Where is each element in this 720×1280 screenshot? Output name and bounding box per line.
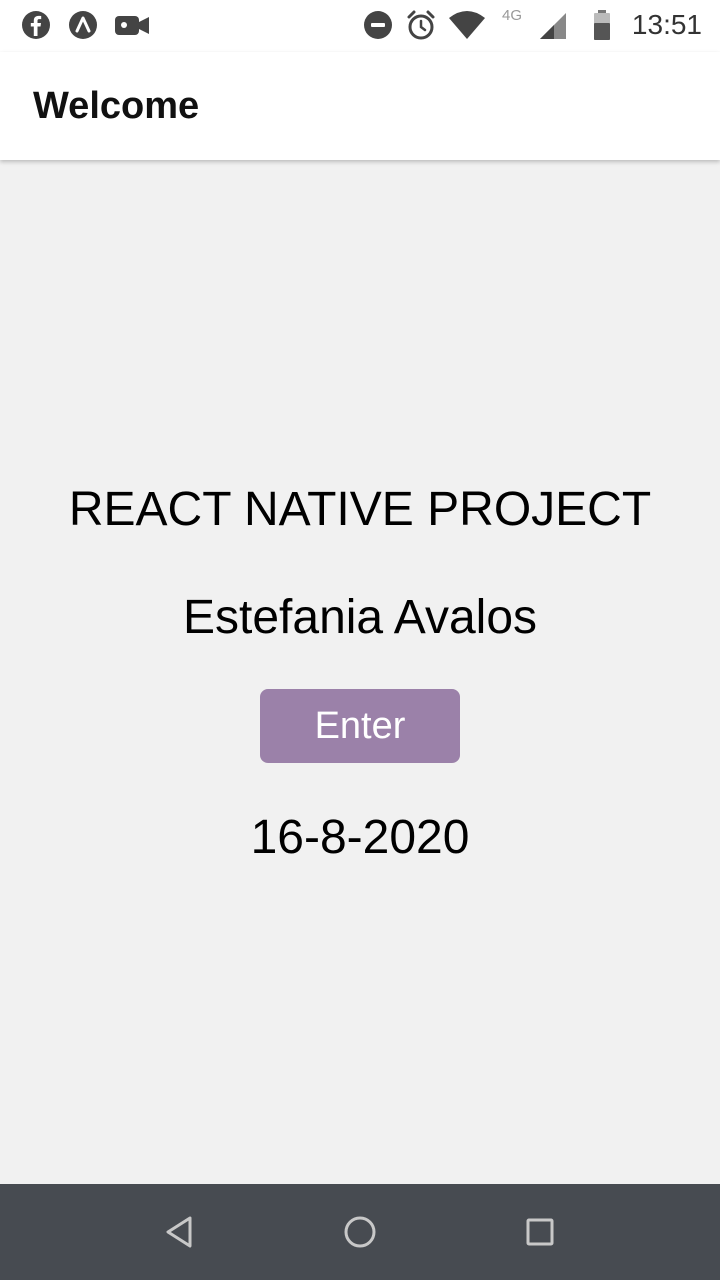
enter-button[interactable]: Enter bbox=[260, 689, 460, 763]
facebook-icon bbox=[20, 8, 52, 42]
date-text: 16-8-2020 bbox=[250, 811, 470, 864]
status-bar-clock: 13:51 bbox=[631, 9, 702, 40]
author-name: Estefania Avalos bbox=[182, 591, 538, 644]
main-content: REACT NATIVE PROJECT Estefania Avalos En… bbox=[0, 160, 720, 1184]
page-title: Welcome bbox=[33, 85, 200, 127]
alarm-icon bbox=[405, 8, 437, 42]
back-icon[interactable] bbox=[160, 1212, 200, 1252]
system-nav-bar bbox=[0, 1184, 720, 1280]
project-title: REACT NATIVE PROJECT bbox=[68, 483, 652, 536]
app-bar: Welcome bbox=[0, 52, 720, 160]
cell-signal-icon bbox=[538, 8, 568, 42]
recents-icon[interactable] bbox=[520, 1212, 560, 1252]
network-type-label: 4G bbox=[502, 7, 523, 24]
app-notification-icon bbox=[67, 8, 99, 42]
battery-icon bbox=[589, 8, 615, 42]
home-icon[interactable] bbox=[340, 1212, 380, 1252]
status-bar: 4G 13:51 bbox=[0, 0, 720, 52]
do-not-disturb-icon bbox=[362, 8, 394, 42]
video-icon bbox=[113, 8, 151, 42]
wifi-icon bbox=[448, 8, 486, 42]
